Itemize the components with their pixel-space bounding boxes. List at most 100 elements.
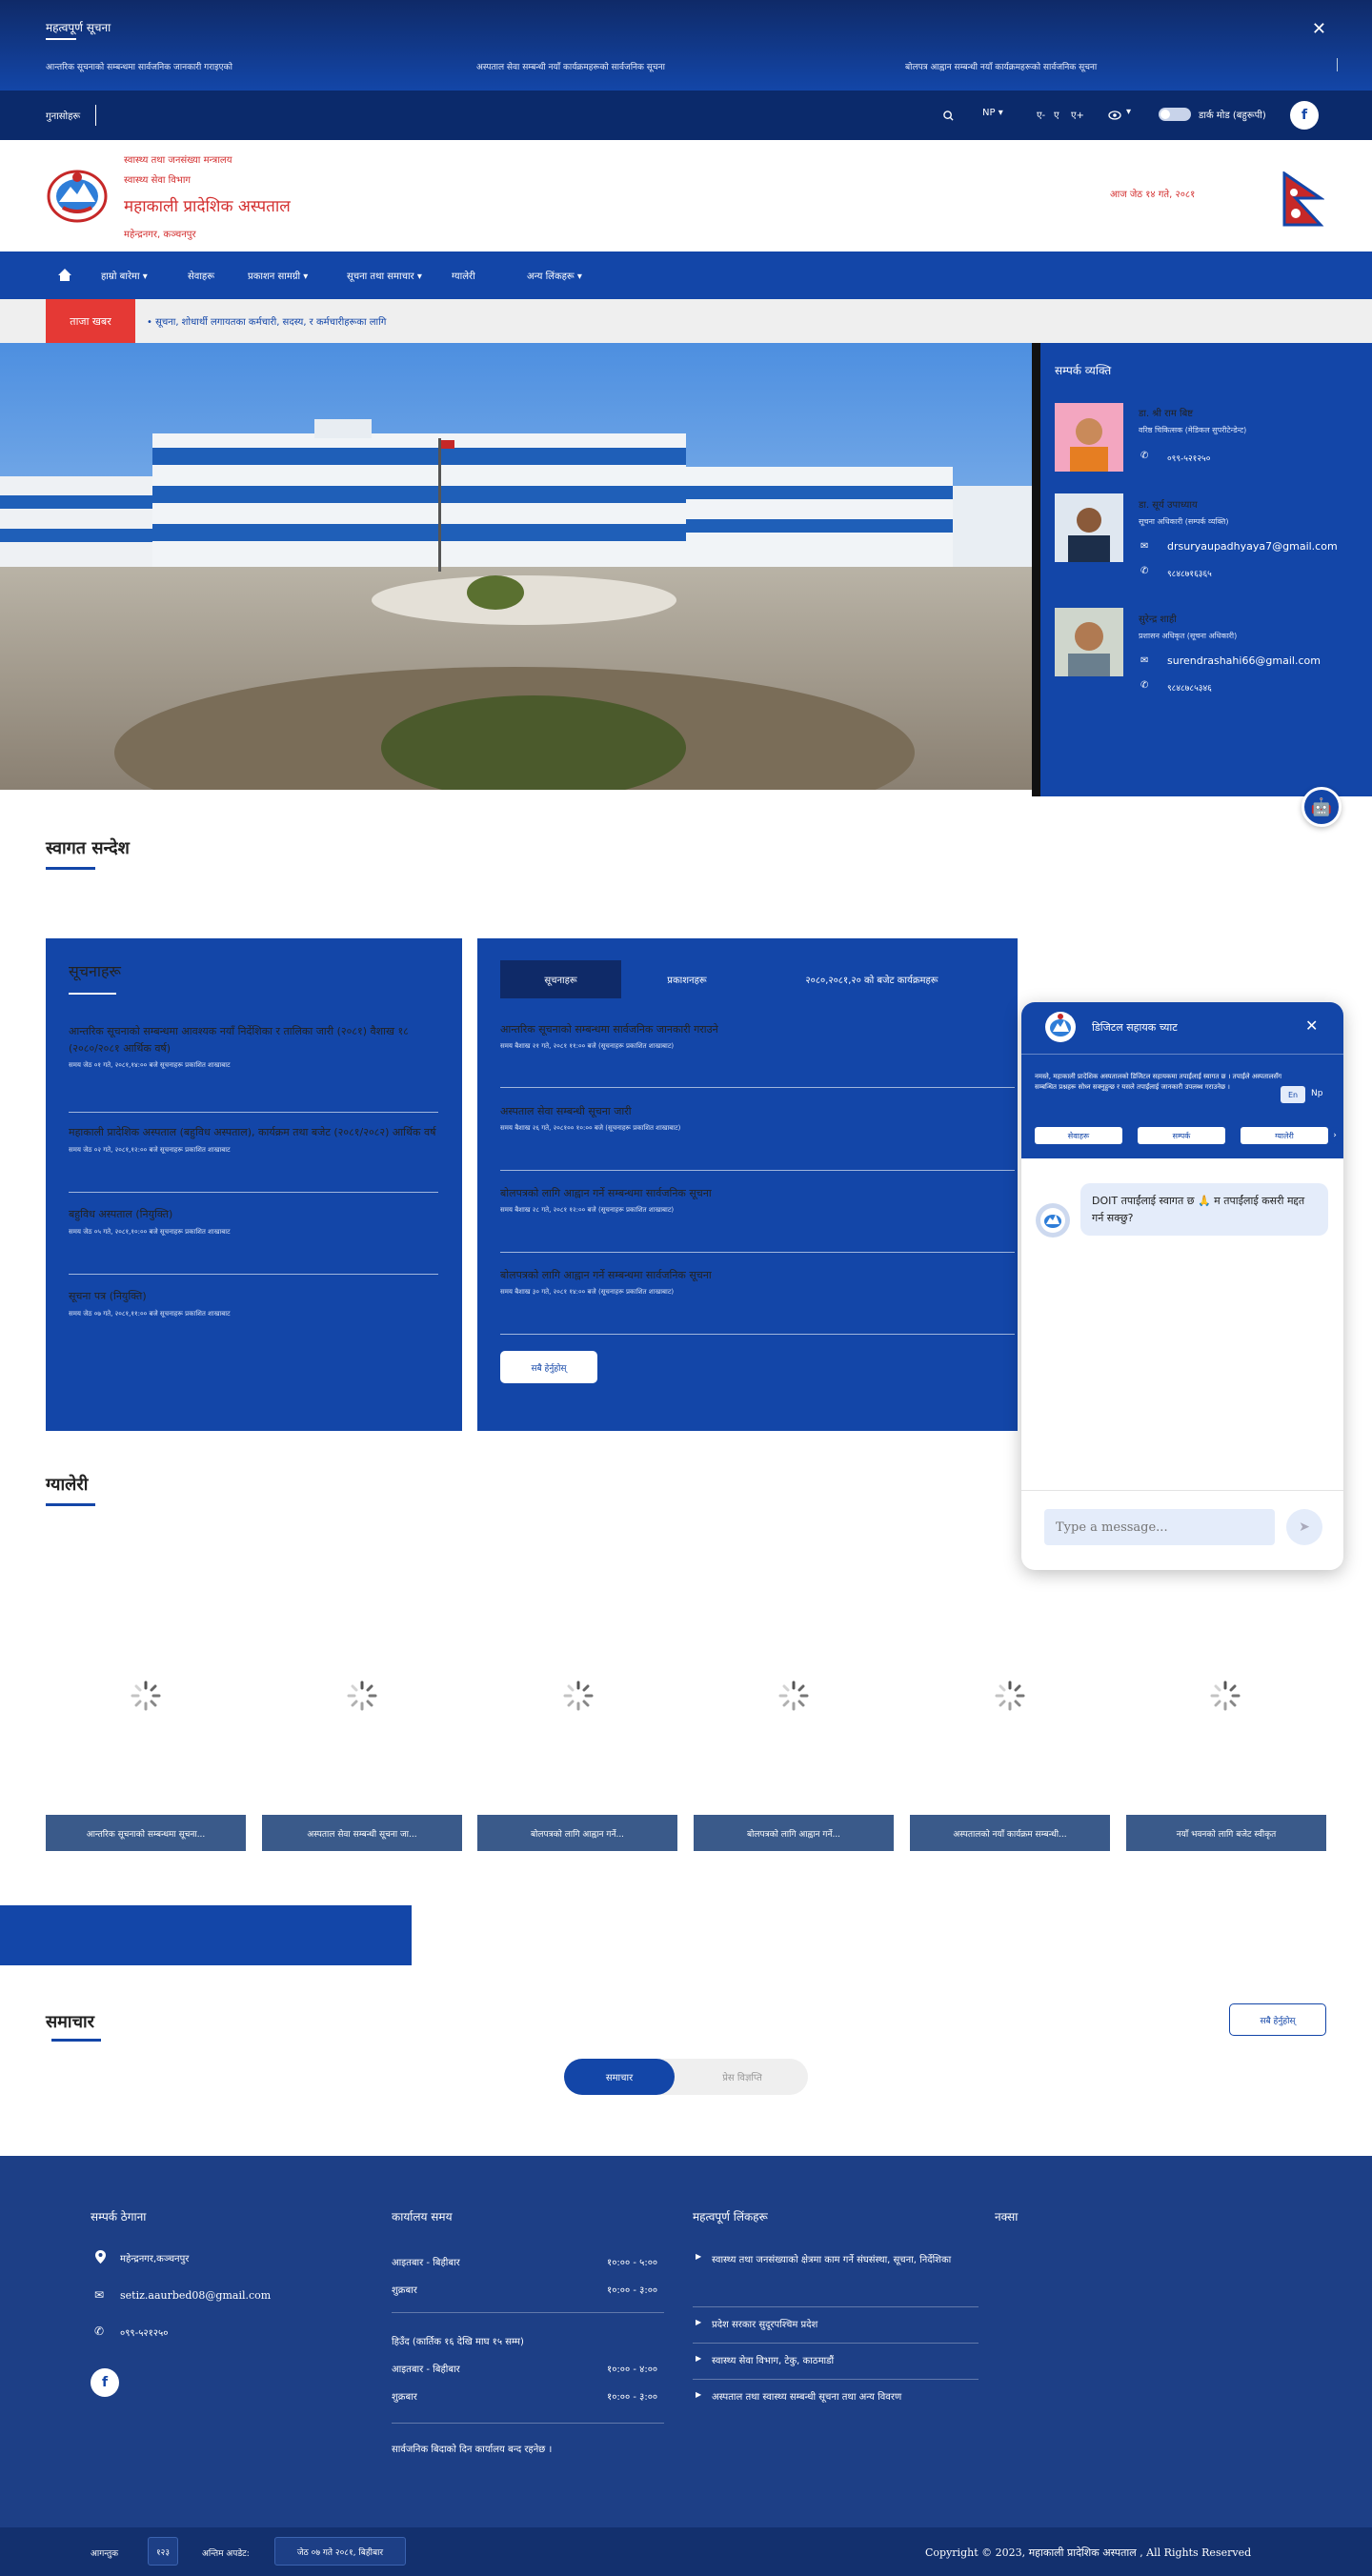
notices-panel [46,938,462,1431]
tab-notices[interactable]: सूचनाहरू [500,960,621,998]
footer-link[interactable]: प्रदेश सरकार सुदूरपश्चिम प्रदेश [712,2317,817,2330]
font-increase-button[interactable]: ए+ [1071,108,1084,121]
chat-message-input[interactable] [1044,1509,1275,1545]
chat-chip[interactable]: ग्यालेरी [1241,1127,1328,1144]
gallery-title: ग्यालेरी [46,1475,89,1495]
close-icon[interactable]: ✕ [1305,1016,1318,1035]
person-role: वरिष्ठ चिकित्सक (मेडिकल सुपरीटेन्डेन्ट) [1139,426,1247,434]
person-name: सुरेन्द्र शाही [1139,614,1177,625]
office-hours-title: कार्यालय समय [392,2210,453,2224]
nepal-emblem-logo[interactable] [46,166,109,223]
dark-mode-toggle[interactable] [1159,108,1191,121]
facebook-icon[interactable]: f [91,2368,119,2397]
publication-list-item[interactable]: बोलपत्रको लागि आह्वान गर्ने सम्बन्धमा सा… [500,1267,1015,1297]
gallery-caption[interactable]: नयाँ भवनको लागि बजेट स्वीकृत [1126,1815,1326,1851]
nav-gallery[interactable]: ग्यालेरी [452,269,475,282]
copyright-bar: आगन्तुक १२३ अन्तिम अपडेट: जेठ ०७ गते २०८… [0,2527,1372,2576]
view-all-button[interactable]: सबै हेर्नुहोस् [500,1351,597,1383]
footer-link[interactable]: स्वास्थ्य सेवा विभाग, टेकु, काठमाडौं [712,2353,834,2366]
person-email[interactable]: drsuryaupadhyaya7@gmail.com [1167,540,1338,553]
chips-next-icon[interactable]: › [1328,1127,1342,1144]
chatbot-launcher-icon[interactable]: 🤖 [1301,787,1342,827]
welcome-title: स्वागत सन्देश [46,838,130,858]
nav-other-links[interactable]: अन्य लिंकहरू ▾ [527,269,582,282]
facebook-icon[interactable]: f [1290,101,1319,130]
ticker-item[interactable]: • सूचना, शोधार्थी लगायतका कर्मचारी, सदस्… [147,314,386,328]
chat-chip[interactable]: सेवाहरू [1035,1127,1122,1144]
loading-spinner-icon [778,1680,809,1711]
search-icon[interactable] [943,111,954,121]
divider [500,1334,1015,1335]
divider [69,1112,438,1113]
department-name: स्वास्थ्य सेवा विभाग [124,175,192,186]
ticker-label: ताजा खबर [46,299,135,343]
chevron-down-icon[interactable]: ▾ [1126,107,1131,117]
notice-list-item[interactable]: बहुविध अस्पताल (नियुक्ति) समय जेठ ०५ गते,… [69,1206,440,1237]
title-underline [69,993,116,995]
tab-budget[interactable]: २०८०,२०८१,२० को बजेट कार्यक्रमहरू [753,960,991,998]
person-phone[interactable]: ९८४८७८५३४६ [1167,681,1212,694]
language-select[interactable]: NP ▾ [982,108,1003,118]
send-icon[interactable]: ➤ [1286,1509,1322,1545]
publication-list-item[interactable]: बोलपत्रको लागि आह्वान गर्ने सम्बन्धमा सा… [500,1185,1015,1215]
font-decrease-button[interactable]: ए- [1037,108,1045,121]
footer-link[interactable]: स्वास्थ्य तथा जनसंख्याको क्षेत्रमा काम ग… [712,2251,979,2269]
home-icon[interactable] [57,268,72,282]
loading-spinner-icon [131,1680,161,1711]
publication-list-item[interactable]: अस्पताल सेवा सम्बन्धी सूचना जारी समय बैशा… [500,1103,1015,1133]
gallery-caption[interactable]: अस्पताल सेवा सम्बन्धी सूचना जा... [262,1815,462,1851]
font-reset-button[interactable]: ए [1054,108,1059,121]
title-underline [46,867,95,870]
gallery-caption[interactable]: अस्पतालको नयाँ कार्यक्रम सम्बन्धी... [910,1815,1110,1851]
chat-chip[interactable]: सम्पर्क [1138,1127,1225,1144]
tab-news[interactable]: समाचार [564,2059,675,2095]
mail-icon: ✉ [94,2288,105,2302]
person-photo [1055,403,1123,472]
eye-icon[interactable] [1108,111,1121,120]
mail-icon: ✉ [1140,541,1149,552]
tab-press-release[interactable]: प्रेस विज्ञप्ति [676,2059,808,2095]
nav-services[interactable]: सेवाहरू [188,269,214,282]
divider [1021,1054,1343,1055]
notice-list-item[interactable]: महाकाली प्रादेशिक अस्पताल (बहुविध अस्पता… [69,1124,440,1155]
nav-publications[interactable]: प्रकाशन सामग्री ▾ [248,269,308,282]
lang-en-button[interactable]: En [1281,1086,1305,1103]
hours-day: शुक्रबार [392,2392,417,2403]
person-phone[interactable]: ०९९-५२१२५० [1167,452,1210,464]
notice-list-item[interactable]: आन्तरिक सूचनाको सम्बन्धमा आवश्यक नयाँ नि… [69,1023,440,1070]
notice-item[interactable]: अस्पताल सेवा सम्बन्धी नयाँ कार्यक्रमहरूक… [476,60,665,72]
title-underline [51,2039,101,2042]
hospital-hero-image [0,343,1032,790]
visitors-label: आगन्तुक [91,2549,119,2559]
hours-time: १०:०० - ३:०० [607,2285,658,2296]
news-title: समाचार [46,2012,95,2032]
news-view-all-button[interactable]: सबै हेर्नुहोस् [1229,2003,1326,2036]
footer-link[interactable]: अस्पताल तथा स्वास्थ्य सम्बन्धी सूचना तथा… [712,2389,901,2403]
phone-icon: ✆ [1140,451,1149,461]
chat-message: DOIT तपाईंलाई स्वागत छ 🙏 म तपाईंलाई कसरी… [1080,1183,1328,1237]
lang-np-button[interactable]: Np [1311,1089,1322,1098]
chat-description: नमस्ते, महाकाली प्रादेशिक अस्पतालको डिजि… [1035,1073,1282,1092]
person-email[interactable]: surendrashahi66@gmail.com [1167,654,1321,667]
person-role: प्रशासन अधिकृत (सूचना अधिकारी) [1139,632,1238,640]
close-icon[interactable]: ✕ [1312,19,1326,39]
notice-underline [46,38,76,40]
gallery-caption[interactable]: बोलपत्रको लागि आह्वान गर्ने... [477,1815,677,1851]
gallery-caption[interactable]: आन्तरिक सूचनाको सम्बन्धमा सूचना... [46,1815,246,1851]
nepal-flag-icon [1282,171,1324,227]
gallery-caption[interactable]: बोलपत्रको लागि आह्वान गर्ने... [694,1815,894,1851]
bot-avatar [1036,1203,1070,1238]
nav-about[interactable]: हाम्रो बारेमा ▾ [101,269,148,282]
notice-item[interactable]: आन्तरिक सूचनाको सम्बन्धमा सार्वजनिक जानक… [46,60,232,72]
location-pin-icon [95,2250,106,2264]
notice-item[interactable]: बोलपत्र आह्वान सम्बन्धी नयाँ कार्यक्रमहर… [905,60,1097,72]
grievance-link[interactable]: गुनासोहरू [46,109,80,122]
person-phone[interactable]: ९८४८७१६३६५ [1167,567,1212,579]
caret-right-icon: ▶ [696,2390,702,2399]
publication-list-item[interactable]: आन्तरिक सूचनाको सम्बन्धमा सार्वजनिक जानक… [500,1021,1015,1051]
tab-publications[interactable]: प्रकाशनहरू [625,960,749,998]
nav-notices-news[interactable]: सूचना तथा समाचार ▾ [347,269,422,282]
footer-phone[interactable]: ०९९-५२१२५० [120,2325,168,2339]
footer-email[interactable]: setiz.aaurbed08@gmail.com [120,2289,271,2302]
notice-list-item[interactable]: सूचना पत्र (नियुक्ति) समय जेठ ०७ गते, २०८… [69,1288,440,1318]
